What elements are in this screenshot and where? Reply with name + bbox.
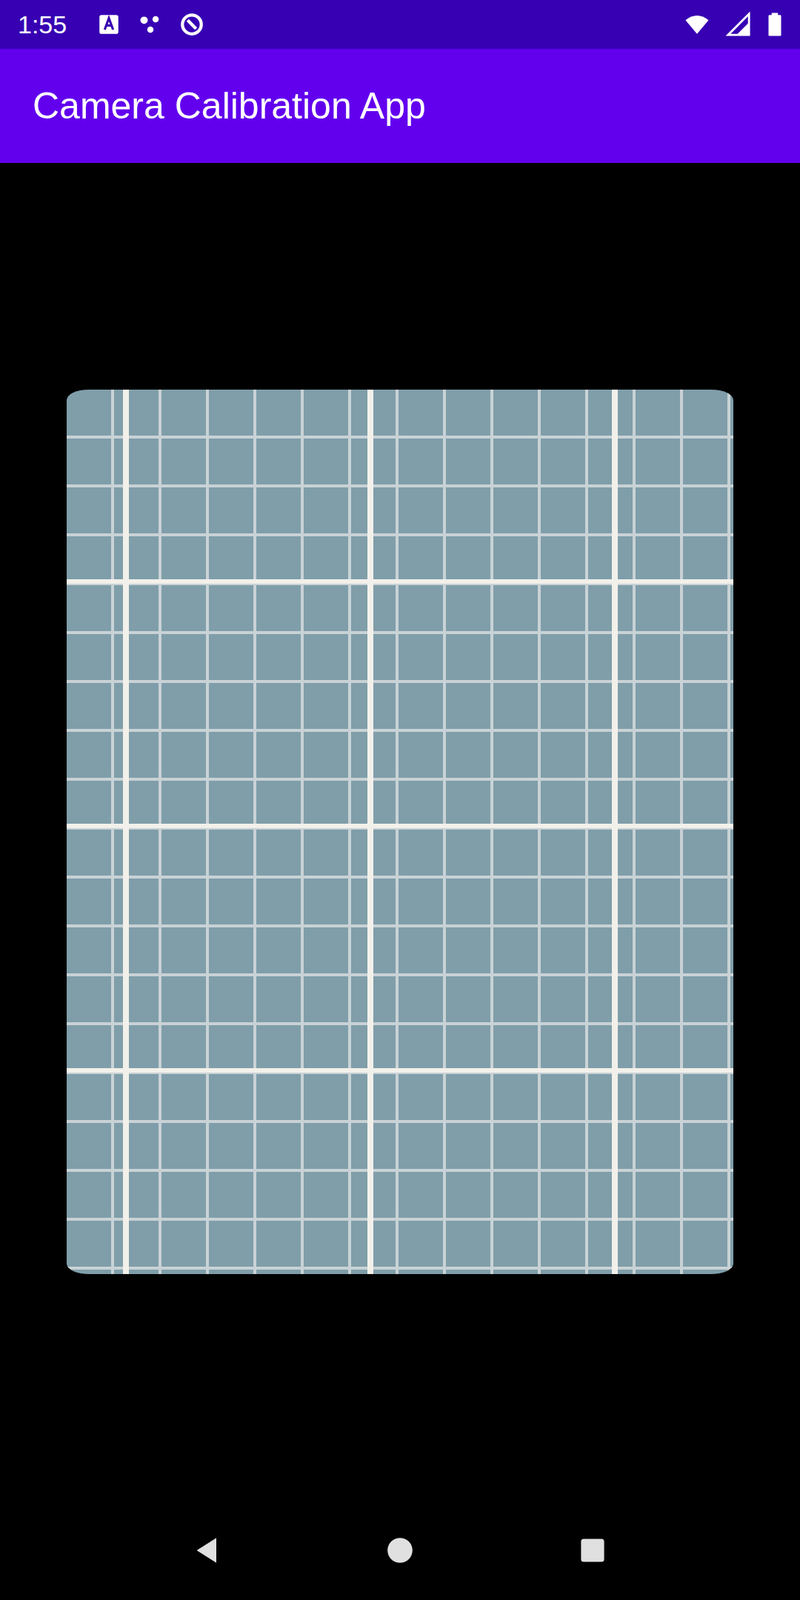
camera-area (0, 162, 800, 1500)
navigation-bar (0, 1500, 800, 1600)
circle-notification-icon (179, 11, 205, 38)
back-icon[interactable] (189, 1532, 226, 1569)
wifi-icon (684, 11, 710, 38)
app-bar: Camera Calibration App (0, 48, 800, 163)
app-screen: 1:55 Camera Calibration App (0, 0, 800, 1600)
home-icon[interactable] (382, 1532, 418, 1569)
app-title: Camera Calibration App (32, 84, 426, 128)
status-time: 1:55 (17, 10, 67, 40)
recents-icon[interactable] (574, 1532, 611, 1569)
camera-preview (66, 389, 734, 1275)
keyboard-notification-icon (96, 11, 122, 38)
status-bar: 1:55 (0, 0, 800, 49)
signal-icon (725, 11, 752, 38)
dots-notification-icon (137, 11, 163, 38)
battery-icon (767, 11, 783, 38)
